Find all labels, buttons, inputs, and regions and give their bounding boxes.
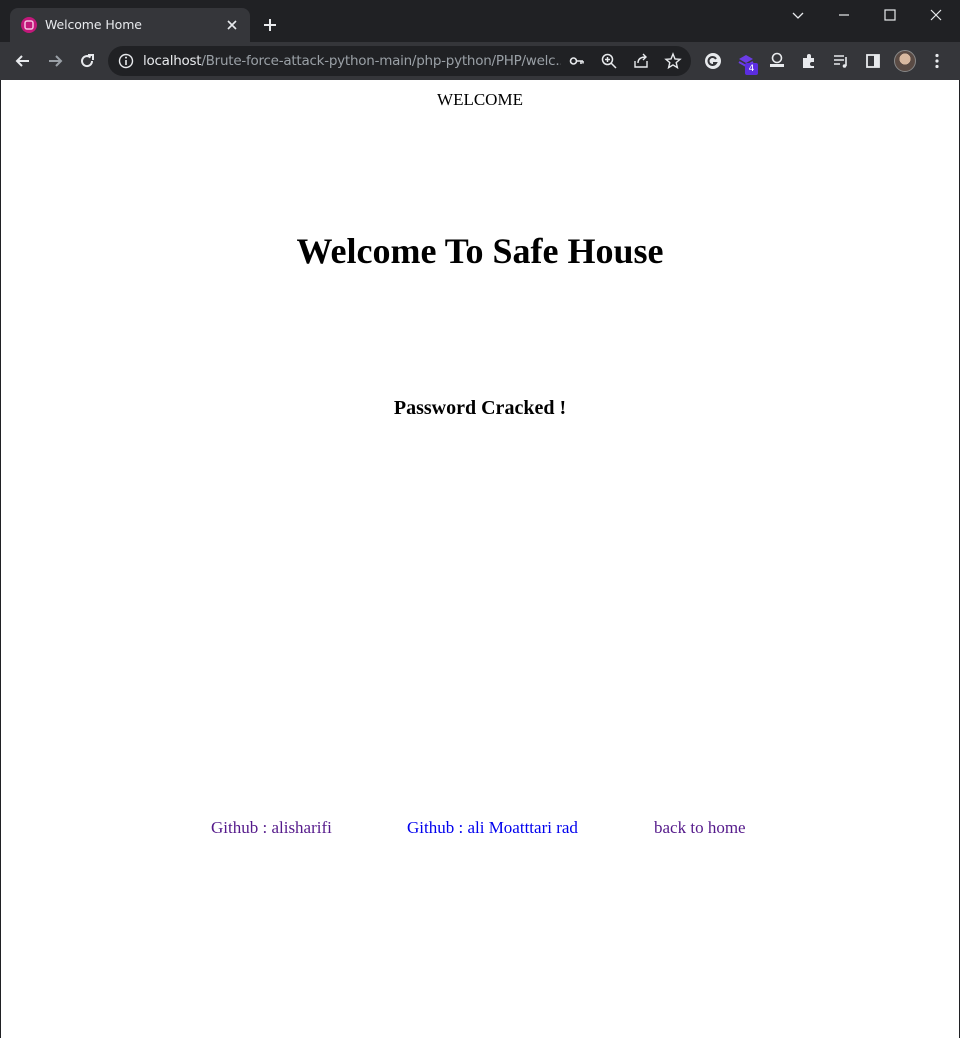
- url-text[interactable]: localhost/Brute-force-attack-python-main…: [143, 53, 561, 69]
- maximize-icon[interactable]: [881, 6, 899, 24]
- reload-icon[interactable]: [77, 51, 97, 71]
- minimize-icon[interactable]: [835, 6, 853, 24]
- tab-strip: Welcome Home: [0, 0, 960, 42]
- page-title: Welcome To Safe House: [296, 231, 664, 271]
- address-bar[interactable]: localhost/Brute-force-attack-python-main…: [108, 46, 691, 76]
- tab-search-chevron-icon[interactable]: [789, 6, 807, 24]
- welcome-label: WELCOME: [437, 90, 523, 109]
- url-host: localhost: [143, 53, 202, 69]
- extensions-puzzle-icon[interactable]: [799, 51, 819, 71]
- zoom-icon[interactable]: [600, 52, 618, 70]
- share-icon[interactable]: [632, 52, 650, 70]
- github-ali-moatttari-rad-link[interactable]: Github : ali Moatttari rad: [407, 818, 578, 838]
- url-path: /Brute-force-attack-python-main/php-pyth…: [201, 53, 561, 69]
- browser-toolbar: localhost/Brute-force-attack-python-main…: [0, 42, 960, 80]
- tab-title: Welcome Home: [45, 17, 142, 32]
- amazon-assistant-icon[interactable]: [767, 51, 787, 71]
- page-viewport: WELCOME Welcome To Safe House Password C…: [1, 80, 959, 1038]
- key-icon[interactable]: [568, 52, 586, 70]
- site-info-icon[interactable]: [117, 52, 135, 70]
- github-alisharifi-link[interactable]: Github : alisharifi: [211, 818, 332, 838]
- back-to-home-link[interactable]: back to home: [654, 818, 746, 838]
- browser-tab[interactable]: Welcome Home: [10, 8, 250, 42]
- bookmark-star-icon[interactable]: [664, 52, 682, 70]
- forward-arrow-icon[interactable]: [45, 51, 65, 71]
- side-panel-icon[interactable]: [863, 51, 883, 71]
- site-favicon-icon: [21, 17, 37, 33]
- extension-badge: 4: [745, 63, 758, 75]
- grammarly-extension-icon[interactable]: [703, 51, 723, 71]
- close-tab-icon[interactable]: [224, 17, 240, 33]
- status-message: Password Cracked !: [393, 397, 567, 419]
- back-arrow-icon[interactable]: [13, 51, 33, 71]
- close-window-icon[interactable]: [927, 6, 945, 24]
- menu-kebab-icon[interactable]: [927, 51, 947, 71]
- profile-avatar[interactable]: [894, 50, 916, 72]
- new-tab-icon[interactable]: [261, 16, 279, 34]
- media-queue-icon[interactable]: [831, 51, 851, 71]
